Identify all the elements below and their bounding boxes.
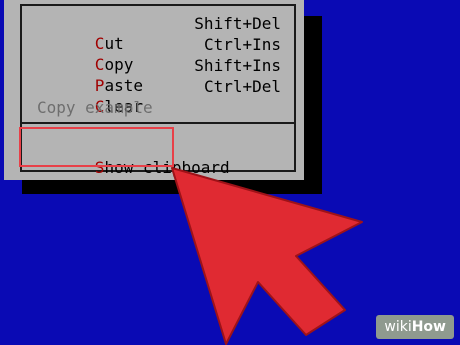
dos-desktop: Cut Shift+Del Copy Ctrl+Ins Paste Shift+… xyxy=(0,0,460,345)
watermark-suffix: How xyxy=(411,319,446,335)
watermark-prefix: wiki xyxy=(384,319,412,335)
wikihow-watermark: wikiHow xyxy=(376,315,454,339)
red-arrow-icon xyxy=(171,167,363,345)
